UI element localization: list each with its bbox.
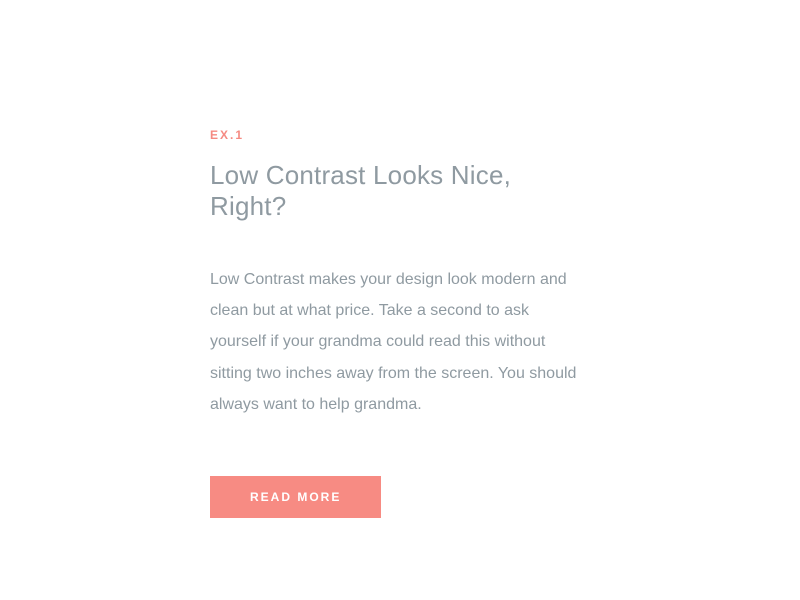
read-more-button[interactable]: READ MORE xyxy=(210,476,381,518)
example-label: EX.1 xyxy=(210,128,590,142)
article-heading: Low Contrast Looks Nice, Right? xyxy=(210,160,590,222)
article-body: Low Contrast makes your design look mode… xyxy=(210,264,580,420)
article-container: EX.1 Low Contrast Looks Nice, Right? Low… xyxy=(0,0,590,518)
